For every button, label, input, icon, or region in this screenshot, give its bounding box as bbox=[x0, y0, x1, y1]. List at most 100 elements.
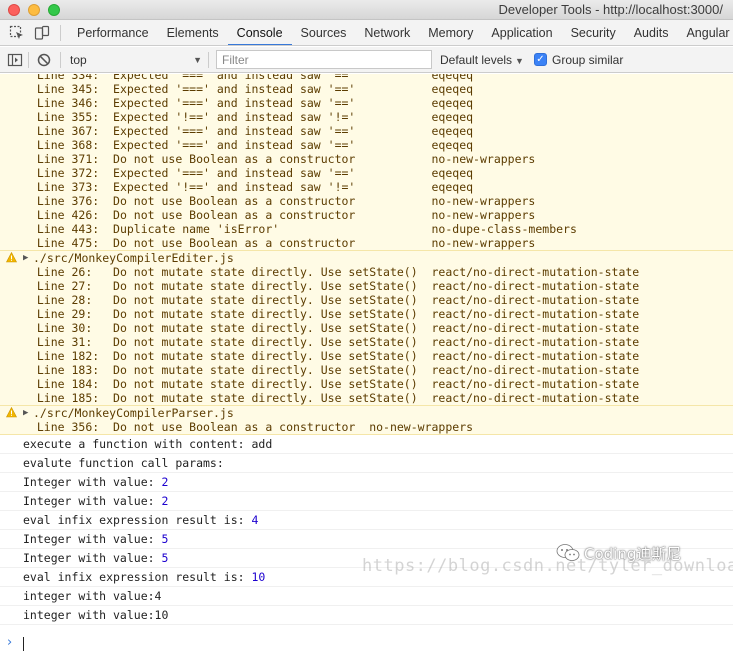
warning-icon bbox=[6, 406, 17, 418]
warning-line: Line 355: Expected '!==' and instead saw… bbox=[0, 110, 733, 124]
tab-security[interactable]: Security bbox=[562, 20, 625, 45]
inspect-element-icon[interactable] bbox=[9, 25, 25, 41]
log-messages: execute a function with content: add eval… bbox=[0, 435, 733, 625]
log-message[interactable]: execute a function with content: add bbox=[0, 435, 733, 454]
warning-line-text: Line 371: Do not use Boolean as a constr… bbox=[36, 152, 536, 166]
console-prompt[interactable]: › bbox=[0, 633, 733, 655]
text-caret bbox=[23, 637, 24, 651]
warning-line-text: Line 29: Do not mutate state directly. U… bbox=[36, 307, 640, 321]
warning-line-text: Line 367: Expected '===' and instead saw… bbox=[36, 124, 474, 138]
warning-line-text: Line 346: Expected '===' and instead saw… bbox=[36, 96, 474, 110]
warning-line-text: Line 183: Do not mutate state directly. … bbox=[36, 363, 640, 377]
log-text: Integer with value: bbox=[23, 494, 162, 508]
log-text: integer with value:4 bbox=[23, 589, 162, 603]
warning-line-text: Line 345: Expected '===' and instead saw… bbox=[36, 82, 474, 96]
log-number: 2 bbox=[161, 475, 169, 489]
warning-line: Line 367: Expected '===' and instead saw… bbox=[0, 124, 733, 138]
warning-line: Line 356: Do not use Boolean as a constr… bbox=[0, 420, 733, 434]
warning-line: Line 28: Do not mutate state directly. U… bbox=[0, 293, 733, 307]
watermark: Coding迪斯尼 bbox=[556, 541, 681, 565]
warning-icon bbox=[6, 251, 17, 263]
warning-header[interactable]: ▶ ./src/MonkeyCompilerParser.js bbox=[0, 406, 733, 420]
warning-line-text: Line 30: Do not mutate state directly. U… bbox=[36, 321, 640, 335]
log-message[interactable]: integer with value:10 bbox=[0, 606, 733, 625]
log-message[interactable]: eval infix expression result is: 4 bbox=[0, 511, 733, 530]
toolbar-divider bbox=[28, 52, 29, 68]
warning-source-file[interactable]: ./src/MonkeyCompilerParser.js bbox=[23, 406, 234, 420]
warning-line-text: Line 28: Do not mutate state directly. U… bbox=[36, 293, 640, 307]
log-text: Integer with value: bbox=[23, 551, 162, 565]
warning-line: Line 31: Do not mutate state directly. U… bbox=[0, 335, 733, 349]
minimize-window-button[interactable] bbox=[28, 4, 40, 16]
tab-network[interactable]: Network bbox=[355, 20, 419, 45]
warning-line: Line 184: Do not mutate state directly. … bbox=[0, 377, 733, 391]
warning-header[interactable]: ▶ ./src/MonkeyCompilerEditer.js bbox=[0, 251, 733, 265]
warning-line: Line 376: Do not use Boolean as a constr… bbox=[0, 194, 733, 208]
warning-line: Line 29: Do not mutate state directly. U… bbox=[0, 307, 733, 321]
tab-angular[interactable]: Angular bbox=[677, 20, 733, 45]
execution-context-select[interactable]: top ▼ bbox=[70, 51, 202, 69]
close-window-button[interactable] bbox=[8, 4, 20, 16]
tab-application[interactable]: Application bbox=[482, 20, 561, 45]
warning-message[interactable]: Line 334: Expected '===' and instead saw… bbox=[0, 74, 733, 251]
warning-line: Line 182: Do not mutate state directly. … bbox=[0, 349, 733, 363]
log-message[interactable]: Integer with value: 2 bbox=[0, 473, 733, 492]
clear-console-icon[interactable] bbox=[36, 52, 52, 68]
warning-line-text: Line 356: Do not use Boolean as a constr… bbox=[36, 420, 474, 434]
log-number: 5 bbox=[161, 551, 169, 565]
warning-line: Line 368: Expected '===' and instead saw… bbox=[0, 138, 733, 152]
warning-line: Line 443: Duplicate name 'isError' no-du… bbox=[0, 222, 733, 236]
log-text: eval infix expression result is: bbox=[23, 570, 252, 584]
log-text: execute a function with content: add bbox=[23, 437, 273, 451]
filter-input[interactable] bbox=[216, 50, 432, 69]
expand-triangle-icon[interactable]: ▶ bbox=[23, 251, 28, 265]
warning-line: Line 372: Expected '===' and instead saw… bbox=[0, 166, 733, 180]
tab-audits[interactable]: Audits bbox=[625, 20, 678, 45]
expand-triangle-icon[interactable]: ▶ bbox=[23, 406, 28, 420]
tab-elements[interactable]: Elements bbox=[158, 20, 228, 45]
warning-line-text: Line 27: Do not mutate state directly. U… bbox=[36, 279, 640, 293]
title-bar: Developer Tools - http://localhost:3000/ bbox=[0, 0, 733, 20]
wechat-icon bbox=[556, 544, 580, 561]
warning-line-text: Line 368: Expected '===' and instead saw… bbox=[36, 138, 474, 152]
log-number: 10 bbox=[251, 570, 266, 584]
log-levels-select[interactable]: Default levels ▼ bbox=[440, 51, 524, 69]
log-text: evalute function call params: bbox=[23, 456, 224, 470]
device-toolbar-icon[interactable] bbox=[34, 25, 50, 41]
log-text: Integer with value: bbox=[23, 475, 162, 489]
warning-line: Line 185: Do not mutate state directly. … bbox=[0, 391, 733, 405]
warning-line: Line 30: Do not mutate state directly. U… bbox=[0, 321, 733, 335]
window-title: Developer Tools - http://localhost:3000/ bbox=[498, 2, 723, 17]
warning-line: Line 371: Do not use Boolean as a constr… bbox=[0, 152, 733, 166]
tab-bar-divider bbox=[60, 25, 61, 41]
warning-line-text: Line 373: Expected '!==' and instead saw… bbox=[36, 180, 474, 194]
warning-line-text: Line 443: Duplicate name 'isError' no-du… bbox=[36, 222, 577, 236]
warning-line: Line 426: Do not use Boolean as a constr… bbox=[0, 208, 733, 222]
zoom-window-button[interactable] bbox=[48, 4, 60, 16]
tab-memory[interactable]: Memory bbox=[419, 20, 482, 45]
warning-line: Line 373: Expected '!==' and instead saw… bbox=[0, 180, 733, 194]
log-message[interactable]: integer with value:4 bbox=[0, 587, 733, 606]
warning-line-text: Line 355: Expected '!==' and instead saw… bbox=[36, 110, 474, 124]
console-toolbar: top ▼ Default levels▼ ✓ Group similar bbox=[0, 47, 733, 73]
show-sidebar-icon[interactable] bbox=[7, 52, 23, 68]
warning-line: Line 183: Do not mutate state directly. … bbox=[0, 363, 733, 377]
watermark-brand: Coding迪斯尼 bbox=[584, 544, 682, 563]
warning-line-text: Line 376: Do not use Boolean as a constr… bbox=[36, 194, 536, 208]
group-similar-label: Group similar bbox=[552, 53, 624, 67]
group-similar-checkbox[interactable]: ✓ bbox=[534, 53, 547, 66]
tab-console[interactable]: Console bbox=[227, 20, 292, 45]
dropdown-arrow-icon: ▼ bbox=[515, 56, 524, 66]
log-message[interactable]: Integer with value: 2 bbox=[0, 492, 733, 511]
warning-line-text: Line 26: Do not mutate state directly. U… bbox=[36, 265, 640, 279]
tab-performance[interactable]: Performance bbox=[68, 20, 158, 45]
warning-message[interactable]: ▶ ./src/MonkeyCompilerEditer.js Line 26: … bbox=[0, 251, 733, 406]
log-message[interactable]: evalute function call params: bbox=[0, 454, 733, 473]
log-number: 2 bbox=[161, 494, 169, 508]
log-number: 5 bbox=[161, 532, 169, 546]
log-text: Integer with value: bbox=[23, 532, 162, 546]
warning-source-file[interactable]: ./src/MonkeyCompilerEditer.js bbox=[23, 251, 234, 265]
tab-sources[interactable]: Sources bbox=[292, 20, 356, 45]
warning-line: Line 346: Expected '===' and instead saw… bbox=[0, 96, 733, 110]
warning-message[interactable]: ▶ ./src/MonkeyCompilerParser.js Line 356:… bbox=[0, 406, 733, 435]
